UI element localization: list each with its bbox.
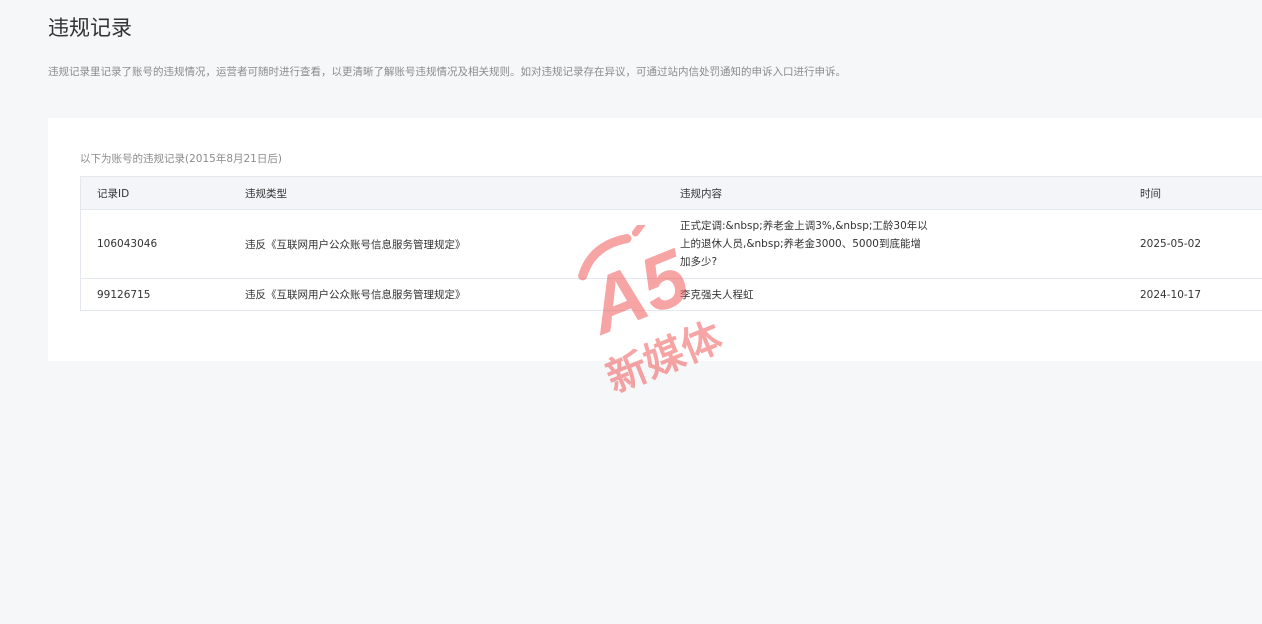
- violation-content-text: 李克强夫人程虹: [680, 288, 754, 301]
- page-description: 违规记录里记录了账号的违规情况，运营者可随时进行查看，以更清晰了解账号违规情况及…: [48, 66, 846, 78]
- table-row: 106043046 违反《互联网用户公众账号信息服务管理规定》 正式定调:&nb…: [80, 209, 1262, 279]
- page-title: 违规记录: [48, 16, 132, 40]
- record-id-cell: 99126715: [80, 278, 245, 311]
- table-row: 99126715 违反《互联网用户公众账号信息服务管理规定》 李克强夫人程虹 2…: [80, 278, 1262, 311]
- violation-type-cell: 违反《互联网用户公众账号信息服务管理规定》: [245, 289, 466, 301]
- column-header-violation-content: 违规内容: [680, 176, 1140, 210]
- violation-records-panel: 以下为账号的违规记录(2015年8月21日后) 记录ID 违规类型 违规内容 时…: [48, 118, 1262, 361]
- column-header-violation-type: 违规类型: [245, 176, 680, 210]
- violation-type-cell: 违反《互联网用户公众账号信息服务管理规定》: [245, 238, 466, 251]
- column-header-record-id: 记录ID: [80, 176, 245, 210]
- column-header-time: 时间: [1140, 176, 1262, 210]
- violation-content-text: 正式定调:&nbsp;养老金上调3%,&nbsp;工龄30年以上的退休人员,&n…: [680, 220, 928, 268]
- violation-content-cell: 正式定调:&nbsp;养老金上调3%,&nbsp;工龄30年以上的退休人员,&n…: [680, 210, 1140, 279]
- records-note: 以下为账号的违规记录(2015年8月21日后): [80, 153, 282, 165]
- table-header-row: 记录ID 违规类型 违规内容 时间: [80, 176, 1262, 210]
- time-cell: 2025-05-02: [1140, 238, 1202, 250]
- record-id-cell: 106043046: [80, 209, 245, 279]
- time-cell: 2024-10-17: [1140, 288, 1202, 301]
- violation-content-cell: 李克强夫人程虹: [680, 279, 1140, 311]
- violation-records-table: 记录ID 违规类型 违规内容 时间 106043046 违反《互联网用户公众账号…: [80, 176, 1262, 311]
